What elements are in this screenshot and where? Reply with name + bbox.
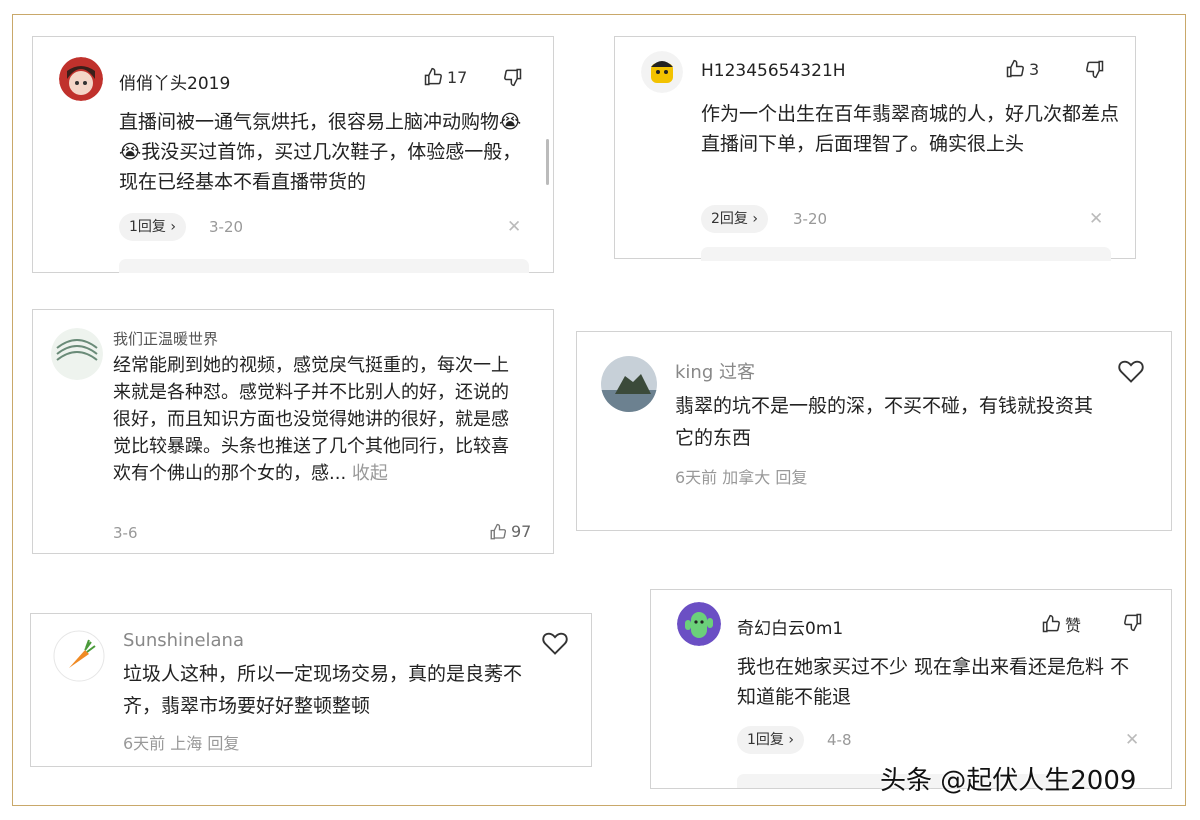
comment-meta: 6天前 上海 回复: [123, 734, 240, 753]
user-avatar[interactable]: [51, 328, 103, 380]
like-button[interactable]: 3: [1005, 59, 1039, 79]
comment-text: 翡翠的坑不是一般的深，不买不碰，有钱就投资其它的东西: [675, 395, 1094, 449]
like-count: 17: [447, 67, 468, 87]
user-avatar[interactable]: [59, 57, 103, 101]
dislike-button[interactable]: [1123, 612, 1143, 636]
like-button[interactable]: 赞: [1041, 612, 1081, 636]
thumb-up-icon: [490, 523, 507, 539]
comment-date: 4-8: [827, 731, 852, 749]
like-button[interactable]: [541, 630, 569, 660]
user-avatar[interactable]: [53, 630, 105, 682]
comment-text: 垃圾人这种，所以一定现场交易，真的是良莠不齐，翡翠市场要好好整顿整顿: [123, 663, 523, 717]
user-avatar[interactable]: [677, 602, 721, 646]
replies-button[interactable]: 2回复 ›: [701, 205, 768, 233]
user-avatar[interactable]: [641, 51, 683, 93]
close-icon[interactable]: ✕: [507, 217, 521, 237]
like-button[interactable]: 97: [489, 522, 531, 541]
username[interactable]: 俏俏丫头2019: [119, 69, 230, 94]
collapse-link[interactable]: 收起: [352, 463, 388, 484]
dislike-button[interactable]: [1085, 59, 1105, 83]
username[interactable]: 奇幻白云0m1: [737, 614, 843, 639]
comment-card-2: H12345654321H 3 作为一个出生在百年翡翠商城的人，好几次都差点直播…: [614, 36, 1136, 261]
dislike-button[interactable]: [503, 67, 523, 91]
comment-card-5: Sunshinelana 垃圾人这种，所以一定现场交易，真的是良莠不齐，翡翠市场…: [30, 613, 592, 767]
username[interactable]: H12345654321H: [701, 61, 846, 81]
scrollbar[interactable]: [546, 139, 549, 185]
like-count: 97: [511, 522, 532, 541]
comment-date: 3-20: [793, 210, 828, 228]
replies-button[interactable]: 1回复 ›: [737, 726, 804, 754]
comment-card-3: 我们正温暖世界 经常能刷到她的视频，感觉戾气挺重的，每次一上来就是各种怼。感觉料…: [32, 309, 554, 554]
username[interactable]: king 过客: [675, 358, 755, 384]
like-button[interactable]: [1117, 358, 1145, 388]
comment-date: 3-20: [209, 218, 244, 236]
comment-text: 经常能刷到她的视频，感觉戾气挺重的，每次一上来就是各种怼。感觉料子并不比别人的好…: [113, 352, 523, 487]
heart-icon: [542, 632, 568, 655]
comment-text: 直播间被一通气氛烘托，很容易上脑冲动购物😭😭我没买过首饰，买过几次鞋子，体验感一…: [119, 111, 522, 193]
username[interactable]: Sunshinelana: [123, 630, 244, 651]
thumb-down-icon: [1086, 60, 1104, 79]
close-icon[interactable]: ✕: [1089, 209, 1103, 229]
like-button[interactable]: 17: [423, 67, 467, 87]
comment-card-6: 奇幻白云0m1 赞 我也在她家买过不少 现在拿出来看还是危料 不知道能不能退 1…: [650, 589, 1172, 789]
thumb-up-icon: [1042, 614, 1060, 633]
username[interactable]: 我们正温暖世界: [113, 328, 218, 349]
close-icon[interactable]: ✕: [1125, 730, 1139, 750]
like-count: 3: [1029, 59, 1040, 79]
heart-icon: [1118, 360, 1144, 383]
comment-date: 3-6: [113, 524, 138, 542]
reply-input-bar[interactable]: [119, 259, 529, 273]
comment-text-content: 经常能刷到她的视频，感觉戾气挺重的，每次一上来就是各种怼。感觉料子并不比别人的好…: [113, 355, 509, 484]
like-count: 赞: [1065, 616, 1082, 635]
comment-text: 我也在她家买过不少 现在拿出来看还是危料 不知道能不能退: [737, 656, 1130, 708]
thumb-up-icon: [1006, 59, 1024, 78]
thumb-down-icon: [504, 68, 522, 87]
reply-input-bar[interactable]: [701, 247, 1111, 261]
comment-card-4: king 过客 翡翠的坑不是一般的深，不买不碰，有钱就投资其它的东西 6天前 加…: [576, 331, 1172, 531]
thumb-down-icon: [1124, 613, 1142, 632]
thumb-up-icon: [424, 67, 442, 86]
comment-card-1: 俏俏丫头2019 17 直播间被一通气氛烘托，很容易上脑冲动购物😭😭我没买过首饰…: [32, 36, 554, 273]
comment-text: 作为一个出生在百年翡翠商城的人，好几次都差点直播间下单，后面理智了。确实很上头: [701, 103, 1120, 155]
comment-meta: 6天前 加拿大 回复: [675, 468, 808, 487]
user-avatar[interactable]: [601, 356, 657, 412]
watermark: 头条 @起伏人生2009: [880, 766, 1137, 796]
replies-button[interactable]: 1回复 ›: [119, 213, 186, 241]
